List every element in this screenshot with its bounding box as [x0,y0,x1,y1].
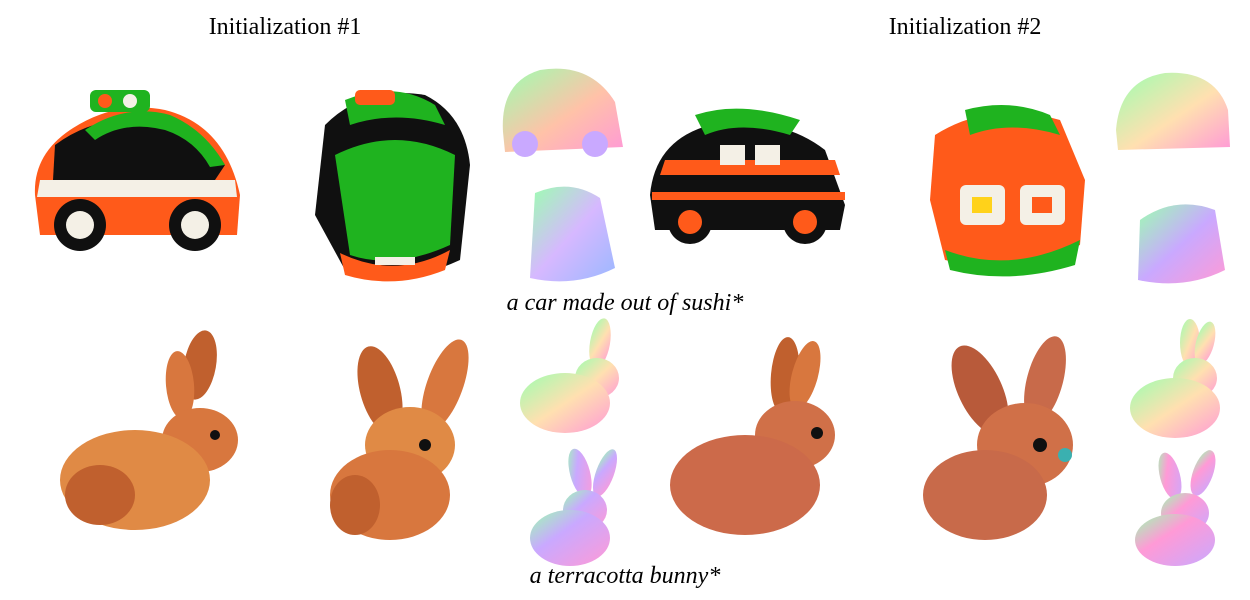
bunny-render-init2-side [665,335,850,545]
caption-terracotta-bunny: a terracotta bunny* [529,563,721,589]
car-normal-init2-rear [1130,195,1230,290]
car-render-init1-side [25,85,255,260]
bunny-render-init2-front [915,330,1085,550]
bunny-normal-init1-front [520,448,620,568]
bunny-render-init1-side [50,330,245,540]
car-normal-init1-front [520,178,620,288]
bunny-normal-init2-front [1125,448,1225,568]
bunny-normal-init2-side [1125,318,1230,443]
bunny-render-init1-front [315,335,480,545]
car-normal-init2-side [1110,65,1235,160]
heading-initialization-1: Initialization #1 [208,14,362,40]
caption-sushi-car: a car made out of sushi* [506,290,744,316]
car-render-init2-side [640,100,850,250]
bunny-normal-init1-side [515,318,625,438]
car-normal-init1-side [495,62,630,162]
heading-initialization-2: Initialization #2 [888,14,1042,40]
car-render-init1-front [305,85,480,285]
car-render-init2-rear [920,100,1095,280]
